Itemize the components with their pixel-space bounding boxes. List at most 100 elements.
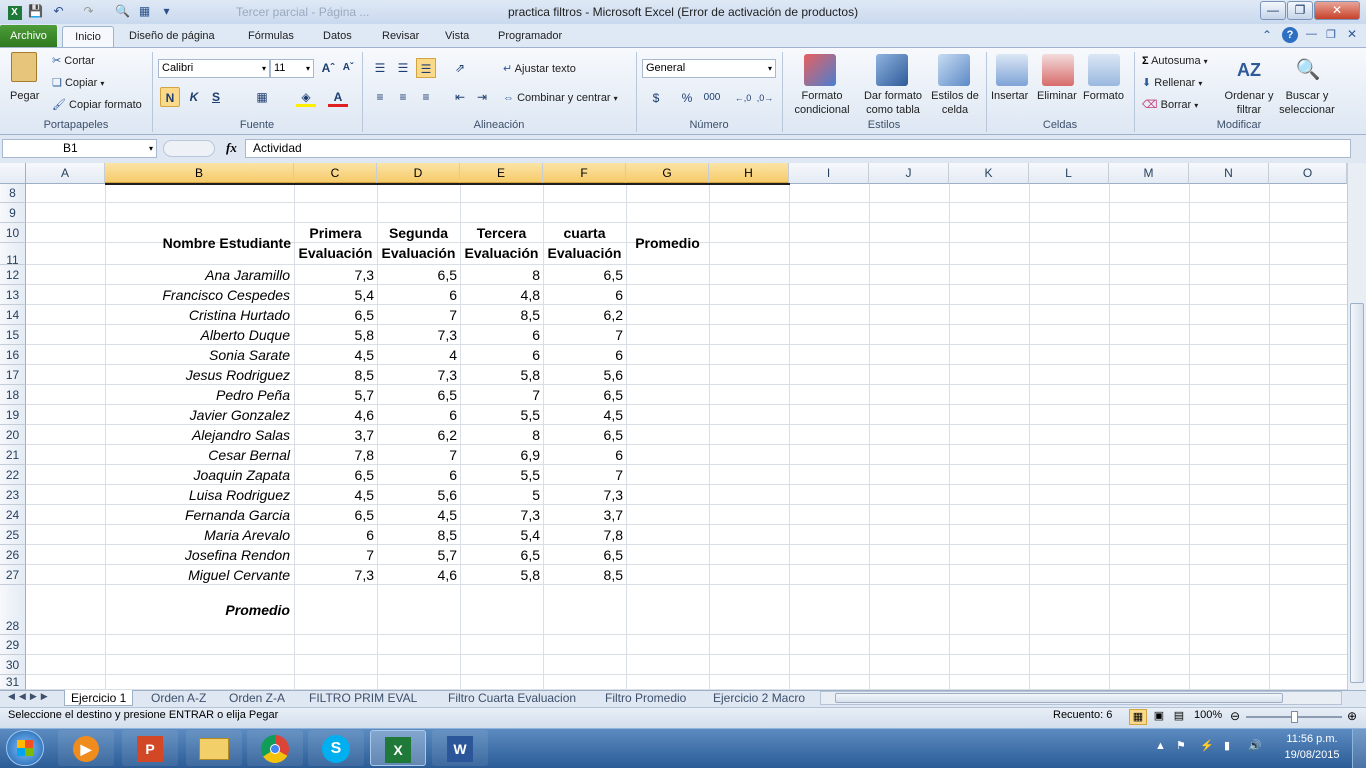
grade-eval2[interactable]: 7 xyxy=(377,445,460,465)
sheet-tab-filtro-promedio[interactable]: Filtro Promedio xyxy=(599,690,692,706)
grade-eval2[interactable]: 7,3 xyxy=(377,325,460,345)
sheet-tab-filtro-prim[interactable]: FILTRO PRIM EVAL xyxy=(303,690,423,706)
thousands-button[interactable]: 000 xyxy=(700,88,724,108)
grade-eval1[interactable]: 3,7 xyxy=(294,425,377,445)
column-header-c[interactable]: C xyxy=(294,163,377,184)
grade-eval1[interactable]: 6,5 xyxy=(294,505,377,525)
column-header-d[interactable]: D xyxy=(377,163,460,184)
grade-eval2[interactable]: 5,7 xyxy=(377,545,460,565)
align-right-icon[interactable]: ≡ xyxy=(416,87,436,107)
delete-cells-icon[interactable] xyxy=(1042,54,1074,86)
italic-button[interactable]: K xyxy=(184,87,204,107)
merge-center-button[interactable]: ⇔ Combinar y centrar ▾ xyxy=(503,91,618,106)
formula-input[interactable]: Actividad xyxy=(245,139,1351,158)
header-nombre-estudiante[interactable]: Nombre Estudiante xyxy=(105,233,294,253)
grade-eval1[interactable]: 6,5 xyxy=(294,305,377,325)
grade-eval3[interactable]: 5,5 xyxy=(460,405,543,425)
name-box[interactable]: B1 ▾ xyxy=(2,139,157,158)
sort-filter-icon[interactable]: AZ xyxy=(1233,54,1265,86)
row-header-11[interactable]: 11 xyxy=(0,243,26,267)
grade-eval3[interactable]: 6 xyxy=(460,325,543,345)
student-name[interactable]: Maria Arevalo xyxy=(105,525,294,545)
row-header-13[interactable]: 13 xyxy=(0,285,26,305)
tab-programador[interactable]: Programador xyxy=(490,26,570,48)
grade-eval3[interactable]: 8 xyxy=(460,265,543,285)
row-header-27[interactable]: 27 xyxy=(0,565,26,585)
column-header-e[interactable]: E xyxy=(460,163,543,184)
fill-button[interactable]: ⬇ Rellenar ▾ xyxy=(1142,76,1202,91)
header-eval3-line2[interactable]: Evaluación xyxy=(460,243,543,263)
grade-eval2[interactable]: 8,5 xyxy=(377,525,460,545)
chrome-icon[interactable] xyxy=(247,730,303,766)
row-header-23[interactable]: 23 xyxy=(0,485,26,505)
grade-eval3[interactable]: 5,5 xyxy=(460,465,543,485)
explorer-folder-icon[interactable] xyxy=(186,730,242,766)
tab-inicio[interactable]: Inicio xyxy=(62,26,114,48)
sort-filter-label[interactable]: Ordenar y filtrar xyxy=(1224,89,1274,117)
row-header-21[interactable]: 21 xyxy=(0,445,26,465)
student-name[interactable]: Francisco Cespedes xyxy=(105,285,294,305)
page-layout-icon[interactable]: ▣ xyxy=(1150,709,1168,725)
normal-view-icon[interactable]: ▦ xyxy=(1129,709,1147,725)
grade-eval4[interactable]: 6 xyxy=(543,285,626,305)
student-name[interactable]: Miguel Cervante xyxy=(105,565,294,585)
row-header-15[interactable]: 15 xyxy=(0,325,26,345)
grade-eval3[interactable]: 6,9 xyxy=(460,445,543,465)
student-name[interactable]: Fernanda Garcia xyxy=(105,505,294,525)
row-header-18[interactable]: 18 xyxy=(0,385,26,405)
increase-decimal-icon[interactable]: ←,0 xyxy=(733,88,753,108)
grade-eval4[interactable]: 5,6 xyxy=(543,365,626,385)
clock-time[interactable]: 11:56 p.m. xyxy=(1279,733,1345,745)
tab-revisar[interactable]: Revisar xyxy=(374,26,427,48)
align-bottom-icon[interactable]: ☰ xyxy=(416,58,436,78)
cell-styles-icon[interactable] xyxy=(938,54,970,86)
grade-eval3[interactable]: 5 xyxy=(460,485,543,505)
header-eval3-line1[interactable]: Tercera xyxy=(460,223,543,243)
grade-eval1[interactable]: 6 xyxy=(294,525,377,545)
skype-icon[interactable]: S xyxy=(308,730,364,766)
grade-eval4[interactable]: 8,5 xyxy=(543,565,626,585)
zoom-slider-thumb[interactable] xyxy=(1291,711,1298,723)
header-eval1-line1[interactable]: Primera xyxy=(294,223,377,243)
student-name[interactable]: Alberto Duque xyxy=(105,325,294,345)
grade-eval2[interactable]: 7,3 xyxy=(377,365,460,385)
grade-eval3[interactable]: 8 xyxy=(460,425,543,445)
grade-eval1[interactable]: 5,8 xyxy=(294,325,377,345)
align-top-icon[interactable]: ☰ xyxy=(370,58,390,78)
autosum-button[interactable]: Σ Autosuma ▾ xyxy=(1142,54,1208,69)
grade-eval2[interactable]: 4,6 xyxy=(377,565,460,585)
format-cells-label[interactable]: Formato xyxy=(1083,89,1124,103)
grade-eval3[interactable]: 5,8 xyxy=(460,365,543,385)
delete-cells-label[interactable]: Eliminar xyxy=(1037,89,1077,103)
paste-button[interactable] xyxy=(8,52,42,90)
percent-button[interactable]: % xyxy=(677,88,697,108)
student-name[interactable]: Cesar Bernal xyxy=(105,445,294,465)
column-header-i[interactable]: I xyxy=(789,163,869,184)
column-header-n[interactable]: N xyxy=(1189,163,1269,184)
align-middle-icon[interactable]: ☰ xyxy=(393,58,413,78)
grade-eval1[interactable]: 5,7 xyxy=(294,385,377,405)
grade-eval2[interactable]: 4 xyxy=(377,345,460,365)
tab-formulas[interactable]: Fórmulas xyxy=(240,26,302,48)
grade-eval2[interactable]: 6,5 xyxy=(377,385,460,405)
column-header-h[interactable]: H xyxy=(709,163,789,184)
grade-eval2[interactable]: 4,5 xyxy=(377,505,460,525)
column-header-g[interactable]: G xyxy=(626,163,709,184)
binoculars-icon[interactable]: 🔍 xyxy=(1292,54,1324,86)
header-eval4-line2[interactable]: Evaluación xyxy=(543,243,626,263)
row-header-31[interactable]: 31 xyxy=(0,675,26,690)
sheet-tab-filtro-cuarta[interactable]: Filtro Cuarta Evaluacion xyxy=(442,690,582,706)
vertical-scrollbar[interactable] xyxy=(1347,163,1366,690)
row-header-10[interactable]: 10 xyxy=(0,223,26,243)
sheet-nav-arrows-icon[interactable]: ◀◀▶▶ xyxy=(8,691,52,702)
ribbon-collapse-icon[interactable]: ⌃ xyxy=(1262,28,1272,42)
row-header-20[interactable]: 20 xyxy=(0,425,26,445)
grade-eval4[interactable]: 6 xyxy=(543,345,626,365)
row-header-25[interactable]: 25 xyxy=(0,525,26,545)
grade-eval2[interactable]: 6 xyxy=(377,405,460,425)
horizontal-scrollbar[interactable] xyxy=(820,691,1342,705)
grade-eval4[interactable]: 4,5 xyxy=(543,405,626,425)
find-select-label[interactable]: Buscar y seleccionar xyxy=(1274,89,1340,117)
sheet-tab-orden-az[interactable]: Orden A-Z xyxy=(145,690,212,706)
grade-eval1[interactable]: 7,3 xyxy=(294,565,377,585)
